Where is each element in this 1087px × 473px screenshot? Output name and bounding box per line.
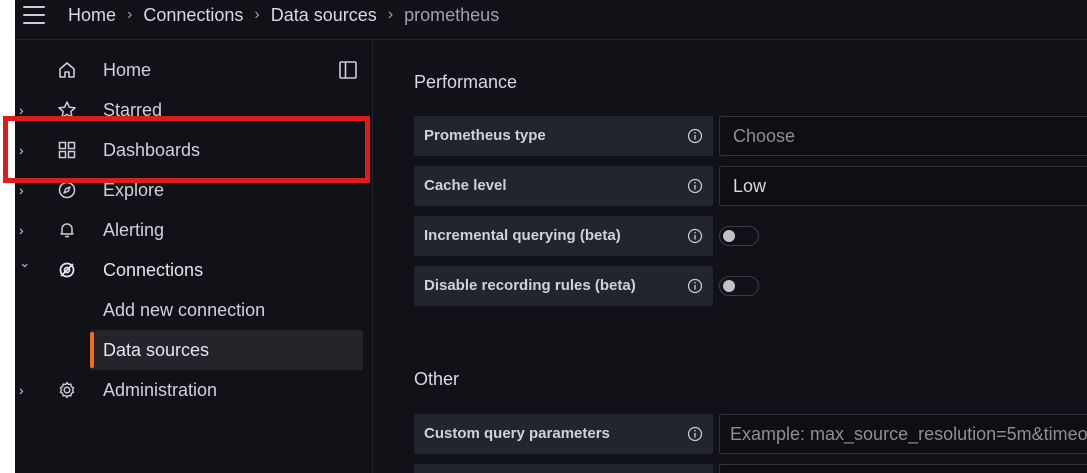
chevron-right-icon[interactable]: › — [19, 381, 33, 399]
menu-icon[interactable] — [19, 4, 49, 26]
next-row-field[interactable] — [719, 464, 1087, 473]
sidebar-item-connections[interactable]: › Connections — [15, 250, 373, 290]
field-label-text: Prometheus type — [424, 127, 546, 144]
cache-level-select[interactable]: Low — [719, 166, 1087, 206]
field-label-text: Incremental querying (beta) — [424, 227, 621, 244]
field-label-prometheus-type: Prometheus type — [414, 116, 713, 156]
breadcrumb-current: prometheus — [404, 4, 500, 25]
compass-icon — [57, 180, 77, 200]
chevron-right-icon[interactable]: › — [19, 101, 33, 119]
breadcrumb-connections[interactable]: Connections — [143, 5, 243, 26]
section-title-other: Other — [414, 369, 460, 389]
sidebar-item-label: Starred — [103, 100, 163, 120]
info-icon[interactable] — [687, 128, 703, 144]
field-label-next-row — [414, 464, 713, 473]
section-title-performance: Performance — [414, 72, 518, 92]
field-label-incremental-querying: Incremental querying (beta) — [414, 216, 713, 256]
sidebar-item-starred[interactable]: › Starred — [15, 90, 373, 130]
home-icon — [57, 60, 77, 80]
connections-icon — [57, 260, 77, 280]
prometheus-type-select[interactable]: Choose — [719, 116, 1087, 156]
sidebar-item-label: Explore — [103, 180, 165, 200]
sidebar-item-data-sources[interactable]: Data sources — [90, 330, 363, 370]
field-label-custom-query-parameters: Custom query parameters — [414, 414, 713, 454]
sidebar-item-label: Connections — [103, 260, 204, 280]
breadcrumb: Home › Connections › Data sources › prom… — [68, 3, 499, 27]
bell-icon — [57, 220, 77, 240]
sidebar-item-label: Administration — [103, 380, 218, 400]
info-icon[interactable] — [687, 278, 703, 294]
sidebar-item-home[interactable]: Home — [15, 50, 373, 90]
field-label-text: Disable recording rules (beta) — [424, 277, 636, 294]
sidebar-item-label: Home — [103, 60, 152, 80]
field-label-text: Cache level — [424, 177, 507, 194]
grafana-app: Home › Connections › Data sources › prom… — [15, 0, 1087, 473]
sidebar-item-label: Alerting — [103, 220, 165, 240]
breadcrumb-separator: › — [254, 6, 260, 23]
sidebar-item-label: Add new connection — [103, 300, 266, 320]
chevron-right-icon[interactable]: › — [19, 181, 33, 199]
chevron-down-icon[interactable]: › — [17, 263, 35, 277]
breadcrumb-data-sources[interactable]: Data sources — [271, 5, 377, 26]
sidebar-item-add-new-connection[interactable]: Add new connection — [90, 290, 363, 330]
sidebar-item-alerting[interactable]: › Alerting — [15, 210, 373, 250]
sidebar-item-explore[interactable]: › Explore — [15, 170, 373, 210]
info-icon[interactable] — [687, 228, 703, 244]
gear-icon — [57, 380, 77, 400]
info-icon[interactable] — [687, 426, 703, 442]
field-label-disable-recording-rules: Disable recording rules (beta) — [414, 266, 713, 306]
incremental-querying-toggle[interactable] — [719, 226, 759, 246]
custom-query-parameters-field[interactable] — [719, 414, 1087, 454]
sidebar-item-administration[interactable]: › Administration — [15, 370, 373, 410]
custom-query-parameters-input[interactable] — [730, 424, 1087, 445]
sidebar-item-label: Data sources — [103, 340, 210, 360]
chevron-right-icon[interactable]: › — [19, 221, 33, 239]
sidebar-item-dashboards[interactable]: › Dashboards — [15, 130, 373, 170]
dashboards-icon — [57, 140, 77, 160]
breadcrumb-separator: › — [127, 6, 133, 23]
star-icon — [57, 100, 77, 120]
main-content: Performance Prometheus type Choose Cache… — [374, 40, 1087, 473]
sidebar: Home › Starred › Dashboards › Explore › … — [15, 40, 373, 473]
breadcrumb-separator: › — [387, 6, 394, 23]
breadcrumb-home[interactable]: Home — [68, 5, 116, 26]
chevron-right-icon[interactable]: › — [19, 141, 33, 159]
field-label-text: Custom query parameters — [424, 425, 610, 442]
info-icon[interactable] — [687, 178, 703, 194]
field-label-cache-level: Cache level — [414, 166, 713, 206]
disable-recording-rules-toggle[interactable] — [719, 276, 759, 296]
top-bar: Home › Connections › Data sources › prom… — [15, 0, 1087, 40]
sidebar-item-label: Dashboards — [103, 140, 201, 160]
